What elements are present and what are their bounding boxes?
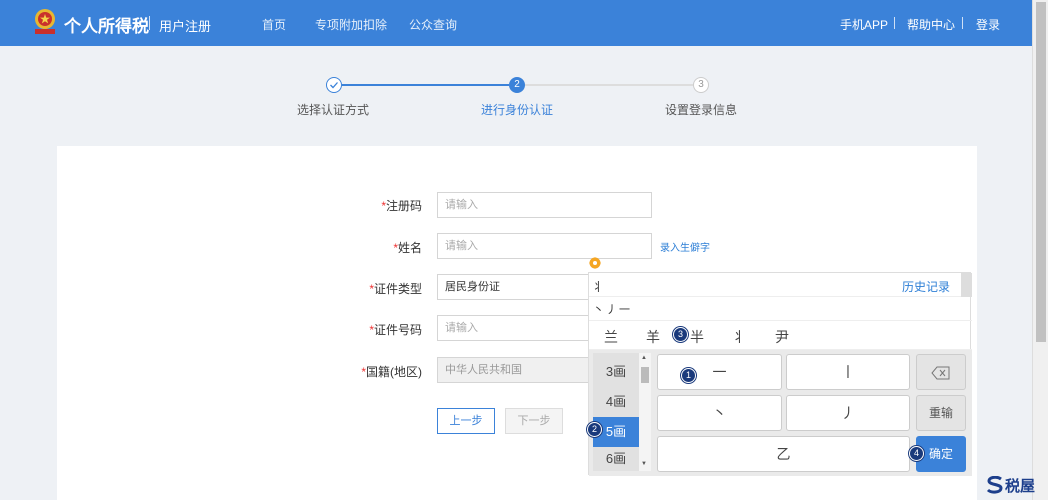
check-icon bbox=[330, 82, 338, 89]
stroke-count-6[interactable]: 6画 bbox=[593, 447, 639, 471]
page-scrollbar[interactable] bbox=[1032, 0, 1048, 500]
stroke-count-scrollbar[interactable]: ▲ ▼ bbox=[639, 353, 651, 471]
next-step-button: 下一步 bbox=[505, 408, 563, 434]
backspace-button[interactable] bbox=[916, 354, 966, 390]
watermark-logo: 税屋 bbox=[985, 475, 1035, 496]
step-connector-done bbox=[342, 84, 509, 86]
field-label-register-code: *注册码 bbox=[381, 199, 422, 213]
step-2-label: 进行身份认证 bbox=[480, 103, 553, 117]
stroke-count-4[interactable]: 4画 bbox=[593, 387, 639, 417]
candidate-char[interactable]: 兰 bbox=[604, 327, 618, 347]
candidate-char[interactable]: 尹 bbox=[775, 327, 789, 347]
stroke-key-dian[interactable]: 丶 bbox=[657, 395, 782, 431]
brand-divider bbox=[149, 16, 150, 30]
scrollbar-thumb[interactable] bbox=[641, 367, 649, 383]
field-label-nationality: *国籍(地区) bbox=[361, 365, 422, 379]
stroke-count-3[interactable]: 3画 bbox=[593, 357, 639, 387]
stroke-key-heng[interactable]: 一 bbox=[657, 354, 782, 390]
nav-mobile-app[interactable]: 手机APP bbox=[840, 16, 888, 33]
scroll-up-icon[interactable]: ▲ bbox=[641, 355, 647, 361]
scrollbar-thumb[interactable] bbox=[1036, 2, 1046, 342]
name-input[interactable]: 请输入 bbox=[437, 233, 652, 259]
step-connector-pending bbox=[525, 84, 693, 86]
nav-home[interactable]: 首页 bbox=[262, 16, 286, 33]
candidate-char[interactable]: 羊 bbox=[646, 327, 660, 347]
stroke-sequence: 丶丿一 bbox=[593, 304, 632, 316]
annotation-badge-4: 4 bbox=[909, 446, 924, 461]
rare-char-link[interactable]: 录入生僻字 bbox=[660, 239, 710, 254]
step-1-check-icon bbox=[326, 77, 342, 93]
stroke-key-shu[interactable]: 丨 bbox=[786, 354, 910, 390]
annotation-badge-1: 1 bbox=[681, 368, 696, 383]
stroke-count-list: 3画 4画 5画 6画 bbox=[593, 353, 639, 471]
register-code-input[interactable]: 请输入 bbox=[437, 192, 652, 218]
field-label-name: *姓名 bbox=[393, 241, 422, 255]
annotation-badge-2: 2 bbox=[587, 422, 602, 437]
step-3-indicator: 3 bbox=[693, 77, 709, 93]
nav-login[interactable]: 登录 bbox=[976, 16, 1000, 33]
candidate-char[interactable]: 丬 bbox=[732, 327, 746, 347]
step-1-label: 选择认证方式 bbox=[296, 103, 369, 117]
field-label-id-type: *证件类型 bbox=[369, 282, 422, 296]
scroll-down-icon[interactable]: ▼ bbox=[641, 461, 647, 467]
candidate-char[interactable]: 半 bbox=[690, 327, 704, 347]
national-emblem-icon bbox=[35, 9, 55, 34]
keyboard-input-preview: 丬 bbox=[592, 280, 605, 294]
top-header: 个人所得税 用户注册 首页 专项附加扣除 公众查询 手机APP 帮助中心 登录 bbox=[0, 0, 1032, 46]
stroke-input-keyboard: 丬 历史记录 丶丿一 兰 羊 半 丬 尹 3画 4画 5画 6画 ▲ ▼ 一 丨… bbox=[588, 272, 972, 476]
history-link[interactable]: 历史记录 bbox=[902, 278, 950, 295]
backspace-icon bbox=[931, 366, 950, 380]
stroke-key-pie[interactable]: 丿 bbox=[786, 395, 910, 431]
move-icon[interactable] bbox=[588, 256, 602, 270]
nav-public-query[interactable]: 公众查询 bbox=[409, 16, 457, 33]
rewrite-button[interactable]: 重输 bbox=[916, 395, 966, 431]
step-2-indicator: 2 bbox=[509, 77, 525, 93]
brand-title[interactable]: 个人所得税 bbox=[64, 12, 149, 37]
nav-help-center[interactable]: 帮助中心 bbox=[907, 16, 955, 33]
page-subtitle: 用户注册 bbox=[159, 19, 212, 34]
nav-special-deduction[interactable]: 专项附加扣除 bbox=[315, 16, 387, 33]
annotation-badge-3: 3 bbox=[673, 327, 688, 342]
stroke-key-zhe[interactable]: 乙 bbox=[657, 436, 910, 472]
keyboard-header: 丬 历史记录 bbox=[589, 273, 972, 297]
prev-step-button[interactable]: 上一步 bbox=[437, 408, 495, 434]
step-3-label: 设置登录信息 bbox=[664, 103, 737, 117]
watermark-s-icon bbox=[986, 475, 1003, 494]
nav-divider bbox=[894, 17, 895, 29]
candidate-bar: 兰 羊 半 丬 尹 bbox=[589, 320, 972, 350]
field-label-id-number: *证件号码 bbox=[369, 323, 422, 337]
nav-divider bbox=[962, 17, 963, 29]
header-scrollbar[interactable] bbox=[961, 273, 972, 297]
